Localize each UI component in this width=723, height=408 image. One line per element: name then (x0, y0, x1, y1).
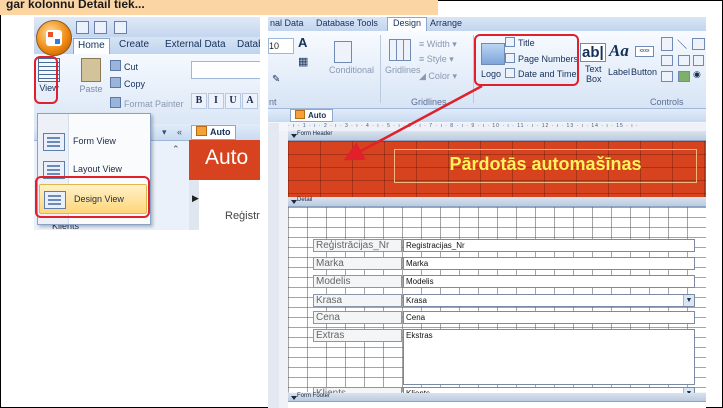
highlight-design-view (35, 176, 150, 218)
menu-label-form-view: Form View (73, 136, 116, 146)
form-view-icon (43, 133, 65, 151)
office-button[interactable] (36, 20, 72, 56)
office-logo-icon (46, 30, 62, 46)
red-arrow (343, 84, 483, 161)
menu-item-form-view[interactable]: Form View (39, 127, 145, 155)
menu-label-layout-view: Layout View (73, 164, 122, 174)
highlight-view-button (34, 56, 58, 104)
